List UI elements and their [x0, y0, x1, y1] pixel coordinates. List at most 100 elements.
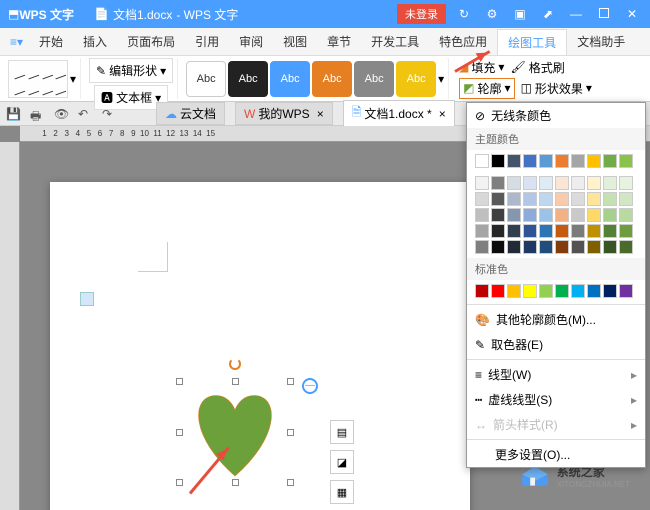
color-swatch[interactable] — [539, 224, 553, 238]
tab-close-icon[interactable]: × — [317, 107, 324, 121]
style-preset-6[interactable]: Abc — [396, 61, 436, 97]
color-swatch[interactable] — [507, 240, 521, 254]
color-swatch[interactable] — [475, 208, 489, 222]
tab-close-icon[interactable]: × — [439, 107, 446, 121]
color-swatch[interactable] — [555, 154, 569, 168]
settings-icon[interactable]: ⚙ — [482, 7, 502, 21]
color-swatch[interactable] — [491, 208, 505, 222]
color-swatch[interactable] — [507, 176, 521, 190]
color-swatch[interactable] — [571, 284, 585, 298]
color-swatch[interactable] — [571, 154, 585, 168]
menu-review[interactable]: 审阅 — [229, 29, 273, 54]
color-swatch[interactable] — [571, 192, 585, 206]
resize-handle-se[interactable] — [287, 479, 294, 486]
color-swatch[interactable] — [539, 176, 553, 190]
color-swatch[interactable] — [523, 192, 537, 206]
color-swatch[interactable] — [587, 192, 601, 206]
color-swatch[interactable] — [555, 240, 569, 254]
color-swatch[interactable] — [555, 284, 569, 298]
preview-icon[interactable]: 👁 — [54, 107, 68, 121]
color-swatch[interactable] — [587, 208, 601, 222]
line-style-option[interactable]: ≡线型(W)▸ — [467, 362, 645, 387]
color-swatch[interactable] — [587, 154, 601, 168]
color-swatch[interactable] — [507, 192, 521, 206]
color-swatch[interactable] — [523, 208, 537, 222]
color-swatch[interactable] — [523, 154, 537, 168]
color-swatch[interactable] — [539, 154, 553, 168]
no-line-option[interactable]: ⊘无线条颜色 — [467, 103, 645, 128]
resize-handle-nw[interactable] — [176, 378, 183, 385]
layout-option-2[interactable]: ◪ — [330, 450, 354, 474]
color-swatch[interactable] — [507, 224, 521, 238]
color-swatch[interactable] — [491, 154, 505, 168]
color-swatch[interactable] — [587, 176, 601, 190]
color-swatch[interactable] — [603, 284, 617, 298]
color-swatch[interactable] — [539, 240, 553, 254]
resize-handle-w[interactable] — [176, 429, 183, 436]
color-swatch[interactable] — [475, 154, 489, 168]
color-swatch[interactable] — [603, 224, 617, 238]
resize-handle-n[interactable] — [232, 378, 239, 385]
style-preset-4[interactable]: Abc — [312, 61, 352, 97]
menu-start[interactable]: 开始 — [29, 29, 73, 54]
menu-drawing-tools[interactable]: 绘图工具 — [497, 29, 567, 55]
more-colors-option[interactable]: 🎨其他轮廓颜色(M)... — [467, 307, 645, 332]
sync-icon[interactable]: ↻ — [454, 7, 474, 21]
color-swatch[interactable] — [475, 284, 489, 298]
color-swatch[interactable] — [555, 208, 569, 222]
color-swatch[interactable] — [491, 240, 505, 254]
menu-view[interactable]: 视图 — [273, 29, 317, 54]
color-swatch[interactable] — [491, 284, 505, 298]
color-swatch[interactable] — [539, 208, 553, 222]
color-swatch[interactable] — [555, 224, 569, 238]
undo-icon[interactable]: ↶ — [78, 107, 92, 121]
gallery-more-icon[interactable]: ▾ — [438, 72, 444, 86]
color-swatch[interactable] — [475, 224, 489, 238]
color-swatch[interactable] — [619, 240, 633, 254]
more-settings-option[interactable]: 更多设置(O)... — [467, 442, 645, 467]
color-swatch[interactable] — [603, 240, 617, 254]
menu-doc-helper[interactable]: 文档助手 — [567, 29, 635, 54]
shape-effects-button[interactable]: ◫形状效果▾ — [521, 78, 592, 99]
menu-references[interactable]: 引用 — [185, 29, 229, 54]
ruler-vertical[interactable] — [0, 142, 20, 510]
format-painter-button[interactable]: 🖌格式刷 — [510, 59, 564, 76]
close-icon[interactable]: ✕ — [622, 7, 642, 21]
color-swatch[interactable] — [491, 224, 505, 238]
menu-dropdown-icon[interactable]: ≡▾ — [4, 35, 29, 49]
color-swatch[interactable] — [475, 176, 489, 190]
color-swatch[interactable] — [571, 224, 585, 238]
title-doc-tab[interactable]: 📄 文档1.docx - WPS 文字 — [94, 6, 238, 23]
resize-handle-sw[interactable] — [176, 479, 183, 486]
color-swatch[interactable] — [619, 284, 633, 298]
color-swatch[interactable] — [587, 240, 601, 254]
color-swatch[interactable] — [523, 176, 537, 190]
minimize-icon[interactable]: — — [566, 7, 586, 21]
save-icon[interactable]: 💾 — [6, 107, 20, 121]
color-swatch[interactable] — [523, 224, 537, 238]
eyedropper-option[interactable]: ✎取色器(E) — [467, 332, 645, 357]
document-page[interactable]: — ▤ ◪ ▦ ◫ — [50, 182, 470, 510]
color-swatch[interactable] — [523, 284, 537, 298]
menu-layout[interactable]: 页面布局 — [117, 29, 185, 54]
style-preset-3[interactable]: Abc — [270, 61, 310, 97]
heart-shape[interactable]: — — [180, 382, 290, 482]
color-swatch[interactable] — [619, 176, 633, 190]
color-swatch[interactable] — [475, 240, 489, 254]
color-swatch[interactable] — [571, 240, 585, 254]
menu-devtools[interactable]: 开发工具 — [361, 29, 429, 54]
color-swatch[interactable] — [619, 224, 633, 238]
tab-document[interactable]: 🗎文档1.docx *× — [343, 100, 455, 127]
style-preset-5[interactable]: Abc — [354, 61, 394, 97]
layout-option-1[interactable]: ▤ — [330, 420, 354, 444]
color-swatch[interactable] — [475, 192, 489, 206]
rotate-handle-icon[interactable] — [229, 358, 241, 370]
redo-icon[interactable]: ↷ — [102, 107, 116, 121]
color-swatch[interactable] — [507, 284, 521, 298]
outline-button[interactable]: ◩轮廓▾ — [459, 78, 514, 99]
color-swatch[interactable] — [603, 154, 617, 168]
tab-cloud[interactable]: ☁云文档 — [156, 102, 225, 125]
delete-handle-icon[interactable]: — — [302, 378, 318, 394]
color-swatch[interactable] — [539, 192, 553, 206]
color-swatch[interactable] — [507, 154, 521, 168]
